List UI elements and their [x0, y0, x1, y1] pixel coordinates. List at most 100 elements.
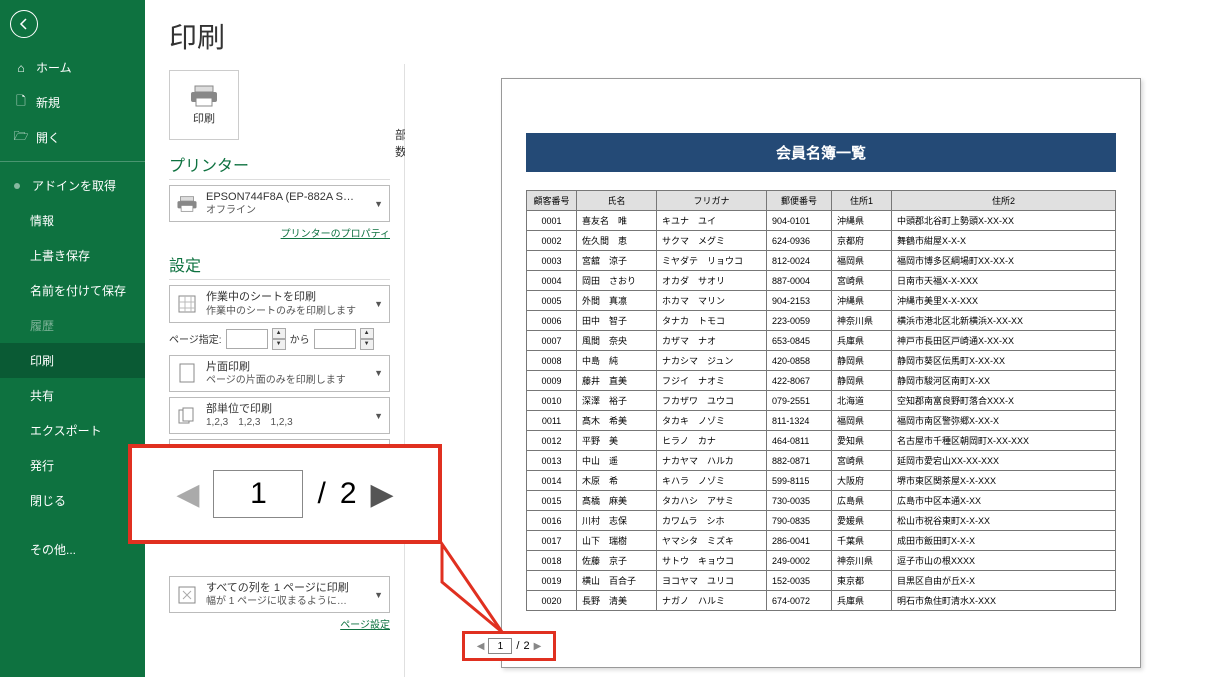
- table-cell: 川村 志保: [577, 511, 657, 531]
- table-cell: 沖縄県: [832, 291, 892, 311]
- page-setup-link[interactable]: ページ設定: [169, 616, 390, 631]
- page-total-big: 2: [340, 477, 357, 511]
- fit-l1: すべての列を 1 ページに印刷: [206, 581, 366, 595]
- page-next-big[interactable]: ▶: [371, 477, 394, 512]
- nav-label: アドインを取得: [32, 177, 116, 194]
- table-row: 0018佐藤 京子サトウ キョウコ249-0002神奈川県逗子市山の根XXXX: [527, 551, 1116, 571]
- nav-label: 共有: [30, 387, 54, 404]
- nav-save[interactable]: 上書き保存: [0, 238, 145, 273]
- table-cell: 0007: [527, 331, 577, 351]
- table-cell: フジイ ナオミ: [657, 371, 767, 391]
- table-cell: 横浜市港北区北新横浜X-XX-XX: [892, 311, 1116, 331]
- table-row: 0012平野 美ヒラノ カナ464-0811愛知県名古屋市千種区朝岡町X-XX-…: [527, 431, 1116, 451]
- table-row: 0016川村 志保カワムラ シホ790-0835愛媛県松山市祝谷東町X-X-XX: [527, 511, 1116, 531]
- to-down[interactable]: ▼: [360, 339, 374, 350]
- from-up[interactable]: ▲: [272, 328, 286, 339]
- table-cell: 松山市祝谷東町X-X-XX: [892, 511, 1116, 531]
- chevron-down-icon: ▼: [374, 368, 383, 378]
- table-row: 0015髙橋 麻美タカハシ アサミ730-0035広島県広島市中区本通X-XX: [527, 491, 1116, 511]
- table-cell: 0015: [527, 491, 577, 511]
- print-scope-dropdown[interactable]: 作業中のシートを印刷 作業中のシートのみを印刷します ▼: [169, 285, 390, 322]
- table-cell: 286-0041: [767, 531, 832, 551]
- table-cell: 静岡県: [832, 371, 892, 391]
- printer-properties-link[interactable]: プリンターのプロパティ: [169, 225, 390, 240]
- table-cell: タナカ トモコ: [657, 311, 767, 331]
- table-cell: 0002: [527, 231, 577, 251]
- table-cell: 0003: [527, 251, 577, 271]
- table-cell: タカハシ アサミ: [657, 491, 767, 511]
- pages-to-input[interactable]: [314, 329, 356, 349]
- nav-print[interactable]: 印刷: [0, 343, 145, 378]
- page-prev-sm[interactable]: ◀: [477, 641, 485, 652]
- table-cell: カワムラ シホ: [657, 511, 767, 531]
- print-button[interactable]: 印刷: [169, 70, 239, 140]
- print-button-label: 印刷: [193, 110, 215, 126]
- nav-label: 開く: [36, 129, 60, 146]
- page-total-sm: 2: [523, 640, 529, 652]
- table-cell: 木原 希: [577, 471, 657, 491]
- chevron-down-icon: ▼: [374, 411, 383, 421]
- table-cell: キユナ ユイ: [657, 211, 767, 231]
- scaling-dropdown[interactable]: すべての列を 1 ページに印刷 幅が 1 ページに収まるように… ▼: [169, 576, 390, 613]
- table-cell: 藤井 直美: [577, 371, 657, 391]
- table-cell: 東京都: [832, 571, 892, 591]
- table-cell: 223-0059: [767, 311, 832, 331]
- table-row: 0007風間 奈央カザマ ナオ653-0845兵庫県神戸市長田区戸崎通X-XX-…: [527, 331, 1116, 351]
- table-cell: 420-0858: [767, 351, 832, 371]
- table-cell: 神奈川県: [832, 551, 892, 571]
- table-row: 0001喜友名 唯キユナ ユイ904-0101沖縄県中頭郡北谷町上勢頭X-XX-…: [527, 211, 1116, 231]
- nav-home[interactable]: ⌂ ホーム: [0, 50, 145, 85]
- table-row: 0010深澤 裕子フカザワ ユウコ079-2551北海道空知郡南富良野町落合XX…: [527, 391, 1116, 411]
- page-nav-callout-large: ◀ / 2 ▶: [128, 444, 442, 544]
- page-next-sm[interactable]: ▶: [534, 641, 542, 652]
- home-icon: ⌂: [14, 61, 28, 75]
- scope-l2: 作業中のシートのみを印刷します: [206, 305, 366, 318]
- nav-info[interactable]: 情報: [0, 203, 145, 238]
- nav-label: 名前を付けて保存: [30, 282, 126, 299]
- printer-name: EPSON744F8A (EP-882A S…: [206, 190, 366, 204]
- table-cell: カザマ ナオ: [657, 331, 767, 351]
- nav-open[interactable]: 🗁開く: [0, 120, 145, 155]
- nav-share[interactable]: 共有: [0, 378, 145, 413]
- settings-section-header: 設定: [169, 252, 390, 280]
- nav-publish[interactable]: 発行: [0, 448, 145, 483]
- nav-label: 発行: [30, 457, 54, 474]
- printer-dropdown[interactable]: EPSON744F8A (EP-882A S… オフライン ▼: [169, 185, 390, 222]
- member-table: 顧客番号氏名フリガナ郵便番号住所1住所2 0001喜友名 唯キユナ ユイ904-…: [526, 190, 1116, 611]
- table-cell: 髙橋 麻美: [577, 491, 657, 511]
- page-current-input-sm[interactable]: [488, 638, 512, 654]
- collate-icon: [176, 405, 198, 427]
- nav-addins[interactable]: アドインを取得: [0, 168, 145, 203]
- nav-history[interactable]: 履歴: [0, 308, 145, 343]
- nav-more[interactable]: その他...: [0, 532, 145, 567]
- table-cell: タカキ ノゾミ: [657, 411, 767, 431]
- table-cell: 904-2153: [767, 291, 832, 311]
- nav-label: 印刷: [30, 352, 54, 369]
- table-cell: 兵庫県: [832, 591, 892, 611]
- table-cell: 790-0835: [767, 511, 832, 531]
- table-cell: 深澤 裕子: [577, 391, 657, 411]
- table-cell: ヤマシタ ミズキ: [657, 531, 767, 551]
- nav-label: その他...: [30, 541, 76, 558]
- side-dropdown[interactable]: 片面印刷 ページの片面のみを印刷します ▼: [169, 355, 390, 392]
- back-button[interactable]: [10, 10, 38, 38]
- table-cell: 904-0101: [767, 211, 832, 231]
- page-prev-big[interactable]: ◀: [176, 477, 199, 512]
- nav-label: ホーム: [36, 59, 72, 76]
- to-up[interactable]: ▲: [360, 328, 374, 339]
- nav-saveas[interactable]: 名前を付けて保存: [0, 273, 145, 308]
- page-current-input-big[interactable]: [213, 470, 303, 518]
- table-cell: 広島県: [832, 491, 892, 511]
- from-down[interactable]: ▼: [272, 339, 286, 350]
- table-cell: ナガノ ハルミ: [657, 591, 767, 611]
- table-cell: 811-1324: [767, 411, 832, 431]
- collate-dropdown[interactable]: 部単位で印刷 1,2,3 1,2,3 1,2,3 ▼: [169, 397, 390, 434]
- table-cell: 日南市天福X-X-XXX: [892, 271, 1116, 291]
- nav-close[interactable]: 閉じる: [0, 483, 145, 518]
- table-cell: 674-0072: [767, 591, 832, 611]
- table-row: 0014木原 希キハラ ノゾミ599-8115大阪府堺市東区関茶屋X-X-XXX: [527, 471, 1116, 491]
- nav-new[interactable]: 🗋新規: [0, 85, 145, 120]
- pages-from-input[interactable]: [226, 329, 268, 349]
- table-cell: 名古屋市千種区朝岡町X-XX-XXX: [892, 431, 1116, 451]
- nav-export[interactable]: エクスポート: [0, 413, 145, 448]
